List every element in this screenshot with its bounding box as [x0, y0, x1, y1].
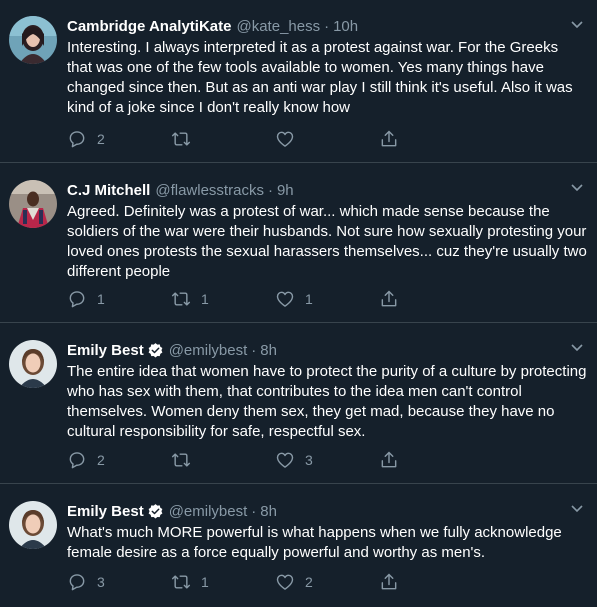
user-handle[interactable]: @emilybest	[169, 503, 248, 520]
tweet-actions: 3 1 2	[67, 572, 483, 592]
heart-icon	[276, 291, 294, 307]
reply-button[interactable]: 1	[67, 289, 171, 309]
reply-button[interactable]: 2	[67, 450, 171, 470]
display-name[interactable]: Cambridge AnalytiKate	[67, 18, 231, 35]
reply-count: 3	[97, 574, 105, 590]
retweet-count: 1	[201, 574, 209, 590]
separator-dot: ·	[324, 17, 330, 35]
share-button[interactable]	[379, 289, 483, 309]
like-count: 1	[305, 291, 313, 307]
tweet-header: Cambridge AnalytiKate @kate_hess · 10h	[67, 17, 583, 35]
chevron-down-icon[interactable]	[570, 341, 584, 355]
reply-icon	[69, 131, 85, 148]
retweet-icon	[171, 575, 191, 589]
tweet[interactable]: Emily Best @emilybest · 8h What's much M…	[0, 484, 597, 607]
reply-icon	[69, 574, 85, 591]
share-button[interactable]	[379, 129, 483, 149]
tweet-text: Agreed. Definitely was a protest of war.…	[67, 203, 587, 280]
share-icon	[381, 573, 397, 590]
share-icon	[381, 290, 397, 307]
separator-dot: ·	[251, 341, 257, 359]
user-handle[interactable]: @kate_hess	[236, 18, 320, 35]
reply-count: 1	[97, 291, 105, 307]
like-count: 2	[305, 574, 313, 590]
tweet-text: Interesting. I always interpreted it as …	[67, 39, 573, 116]
tweet-actions: 1 1 1	[67, 289, 483, 309]
timestamp[interactable]: 8h	[260, 342, 277, 359]
tweet-actions: 2	[67, 129, 483, 149]
separator-dot: ·	[267, 181, 273, 199]
chevron-down-icon[interactable]	[570, 181, 584, 195]
display-name[interactable]: C.J Mitchell	[67, 182, 150, 199]
reply-button[interactable]: 3	[67, 572, 171, 592]
retweet-button[interactable]: 1	[171, 572, 275, 592]
share-icon	[381, 451, 397, 468]
tweet-text: What's much MORE powerful is what happen…	[67, 524, 562, 561]
like-button[interactable]: 1	[275, 289, 379, 309]
display-name[interactable]: Emily Best	[67, 503, 144, 520]
chevron-down-icon[interactable]	[570, 18, 584, 32]
reply-count: 2	[97, 131, 105, 147]
like-button[interactable]: 3	[275, 450, 379, 470]
retweet-button[interactable]: 1	[171, 289, 275, 309]
tweet-actions: 2 3	[67, 450, 483, 470]
tweet-text: The entire idea that women have to prote…	[67, 363, 587, 440]
retweet-icon	[171, 292, 191, 306]
reply-icon	[69, 291, 85, 308]
tweet-header: C.J Mitchell @flawlesstracks · 9h	[67, 181, 583, 199]
tweet-header: Emily Best @emilybest · 8h	[67, 341, 583, 359]
verified-badge-icon	[147, 503, 164, 520]
avatar[interactable]	[9, 340, 57, 388]
display-name[interactable]: Emily Best	[67, 342, 144, 359]
tweet[interactable]: Emily Best @emilybest · 8h The entire id…	[0, 323, 597, 484]
timeline: Cambridge AnalytiKate @kate_hess · 10h I…	[0, 0, 597, 607]
reply-button[interactable]: 2	[67, 129, 171, 149]
reply-count: 2	[97, 452, 105, 468]
reply-icon	[69, 452, 85, 469]
retweet-button[interactable]	[171, 450, 275, 470]
avatar[interactable]	[9, 180, 57, 228]
heart-icon	[276, 452, 294, 468]
retweet-button[interactable]	[171, 129, 275, 149]
share-icon	[381, 130, 397, 147]
timestamp[interactable]: 10h	[333, 18, 358, 35]
avatar[interactable]	[9, 16, 57, 64]
retweet-icon	[171, 453, 191, 467]
tweet-header: Emily Best @emilybest · 8h	[67, 502, 583, 520]
user-handle[interactable]: @emilybest	[169, 342, 248, 359]
share-button[interactable]	[379, 572, 483, 592]
separator-dot: ·	[251, 502, 257, 520]
timestamp[interactable]: 9h	[277, 182, 294, 199]
tweet[interactable]: Cambridge AnalytiKate @kate_hess · 10h I…	[0, 0, 597, 163]
heart-icon	[276, 131, 294, 147]
heart-icon	[276, 574, 294, 590]
tweet[interactable]: C.J Mitchell @flawlesstracks · 9h Agreed…	[0, 163, 597, 323]
like-count: 3	[305, 452, 313, 468]
chevron-down-icon[interactable]	[570, 502, 584, 516]
verified-badge-icon	[147, 342, 164, 359]
user-handle[interactable]: @flawlesstracks	[155, 182, 264, 199]
retweet-count: 1	[201, 291, 209, 307]
like-button[interactable]	[275, 129, 379, 149]
retweet-icon	[171, 132, 191, 146]
timestamp[interactable]: 8h	[260, 503, 277, 520]
like-button[interactable]: 2	[275, 572, 379, 592]
share-button[interactable]	[379, 450, 483, 470]
avatar[interactable]	[9, 501, 57, 549]
